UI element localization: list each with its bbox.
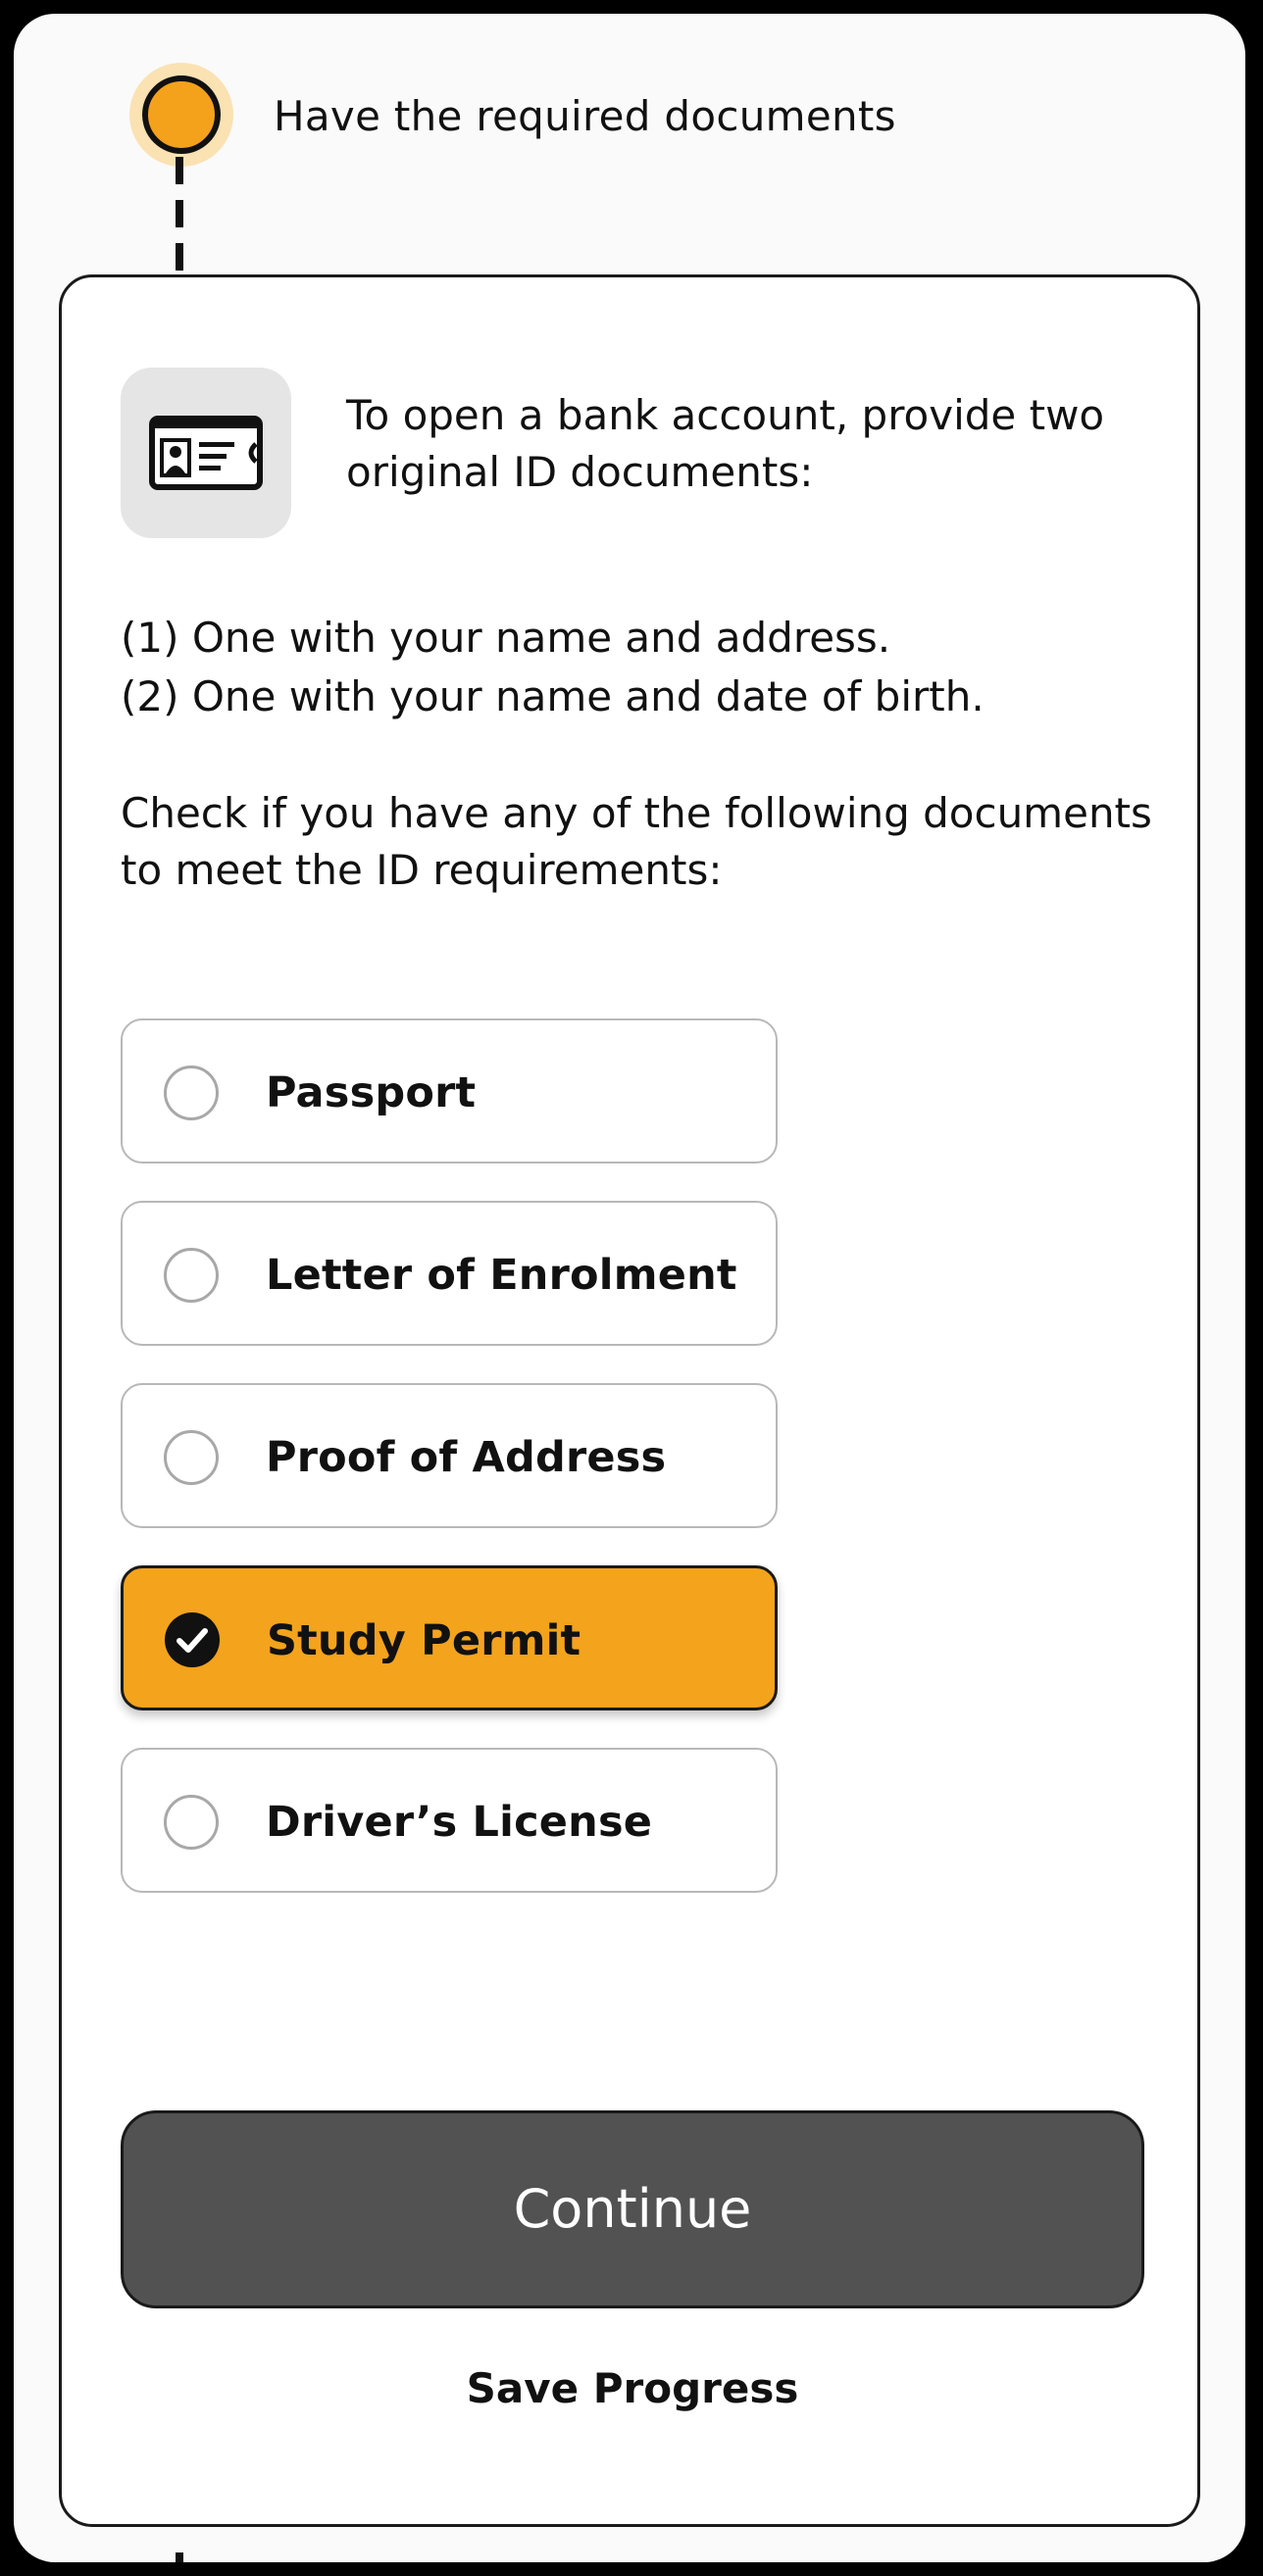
checkmark-icon — [165, 1612, 220, 1667]
phone-screen: Have the required documents To open a ba… — [14, 14, 1245, 2562]
requirement-1: (1) One with your name and address. — [121, 614, 891, 662]
documents-card: To open a bank account, provide two orig… — [59, 274, 1200, 2527]
intro-text: To open a bank account, provide two orig… — [346, 391, 1105, 496]
option-label: Passport — [266, 1068, 477, 1117]
option-proof-of-address[interactable]: Proof of Address — [121, 1383, 778, 1528]
option-label: Study Permit — [267, 1616, 581, 1665]
option-label: Letter of Enrolment — [266, 1251, 737, 1300]
step-title: Have the required documents — [274, 92, 896, 140]
option-label: Driver’s License — [266, 1798, 653, 1847]
radio-unchecked-icon — [164, 1795, 219, 1850]
step-connector-line-bottom — [176, 2552, 183, 2562]
option-label: Proof of Address — [266, 1433, 667, 1482]
option-passport[interactable]: Passport — [121, 1018, 778, 1164]
option-study-permit[interactable]: Study Permit — [121, 1565, 778, 1710]
option-letter-of-enrolment[interactable]: Letter of Enrolment — [121, 1201, 778, 1346]
continue-button[interactable]: Continue — [121, 2110, 1144, 2308]
radio-unchecked-icon — [164, 1248, 219, 1303]
step-connector-line — [176, 157, 183, 294]
document-options: Passport Letter of Enrolment Proof of Ad… — [121, 1018, 778, 1930]
step-indicator-dot — [142, 75, 221, 154]
save-progress-link[interactable]: Save Progress — [121, 2361, 1144, 2416]
requirement-2: (2) One with your name and date of birth… — [121, 672, 985, 720]
radio-unchecked-icon — [164, 1065, 219, 1120]
id-card-icon — [121, 368, 291, 538]
requirements-list: (1) One with your name and address. (2) … — [121, 609, 1160, 726]
radio-unchecked-icon — [164, 1430, 219, 1485]
check-prompt-text: Check if you have any of the following d… — [121, 789, 1152, 894]
option-drivers-license[interactable]: Driver’s License — [121, 1748, 778, 1893]
